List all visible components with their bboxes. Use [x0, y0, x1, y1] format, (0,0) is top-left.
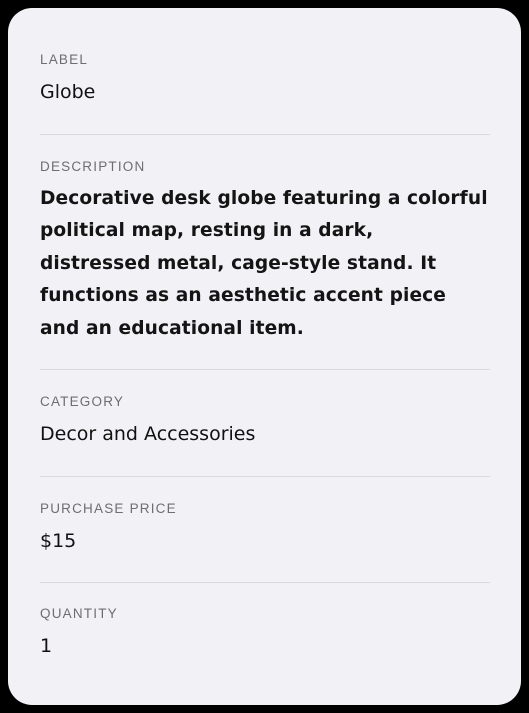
- description-field-title: DESCRIPTION: [40, 159, 146, 174]
- purchase-price-field-title: PURCHASE PRICE: [40, 501, 177, 516]
- quantity-field: QUANTITY 1: [40, 583, 490, 658]
- detail-card: LABEL Globe DESCRIPTION Decorative desk …: [8, 8, 521, 705]
- label-field-value: Globe: [40, 81, 96, 103]
- purchase-price-field: PURCHASE PRICE $15: [40, 477, 490, 583]
- category-field-value: Decor and Accessories: [40, 423, 256, 445]
- quantity-field-value: 1: [40, 635, 53, 657]
- description-field: DESCRIPTION Decorative desk globe featur…: [40, 135, 490, 370]
- purchase-price-field-value: $15: [40, 530, 77, 552]
- label-field-title: LABEL: [40, 52, 89, 67]
- category-field-title: CATEGORY: [40, 394, 125, 409]
- quantity-field-title: QUANTITY: [40, 606, 118, 621]
- label-field: LABEL Globe: [40, 8, 490, 135]
- category-field: CATEGORY Decor and Accessories: [40, 370, 490, 477]
- description-field-value: Decorative desk globe featuring a colorf…: [40, 188, 488, 339]
- device-frame: LABEL Globe DESCRIPTION Decorative desk …: [0, 0, 529, 713]
- item-details: LABEL Globe DESCRIPTION Decorative desk …: [40, 8, 490, 658]
